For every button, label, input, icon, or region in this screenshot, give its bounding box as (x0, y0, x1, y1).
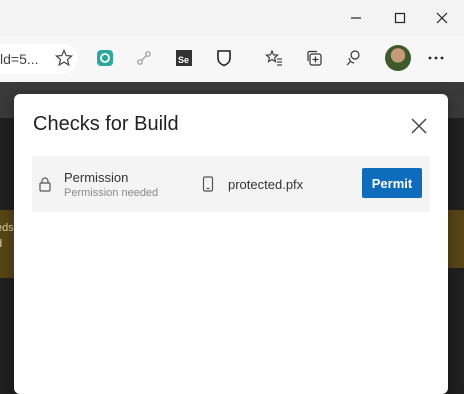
address-text: ld=5... (0, 51, 39, 67)
check-status: Permission needed (64, 187, 159, 199)
lock-icon (39, 177, 51, 192)
file-icon (202, 176, 214, 192)
close-icon (411, 118, 427, 134)
extension-icon[interactable] (93, 46, 117, 70)
collections-icon[interactable] (302, 46, 326, 70)
maximize-icon[interactable] (380, 0, 420, 36)
check-row-permission: Permission Permission needed protected.p… (32, 156, 430, 212)
shield-icon[interactable] (212, 46, 236, 70)
selenium-icon[interactable]: Se (172, 46, 196, 70)
permit-button[interactable]: Permit (362, 168, 422, 198)
close-window-icon[interactable] (422, 0, 462, 36)
banner-text: eds d (0, 220, 14, 252)
resource-name: protected.pfx (228, 177, 304, 192)
banner-text-line2: d (0, 236, 14, 252)
checks-dialog: Checks for Build Permission Permission n… (14, 94, 448, 394)
profile-avatar[interactable] (385, 45, 411, 71)
banner-text-line1: eds (0, 222, 14, 234)
svg-text:Se: Se (178, 55, 189, 65)
dialog-title: Checks for Build (33, 113, 179, 135)
warning-banner-right (448, 210, 464, 268)
check-type: Permission (64, 170, 129, 185)
favorites-icon[interactable] (262, 46, 286, 70)
window-titlebar (0, 0, 464, 36)
minimize-icon[interactable] (336, 0, 376, 36)
close-dialog-button[interactable] (407, 114, 431, 138)
browser-toolbar: ld=5... Se (0, 36, 464, 83)
link-icon[interactable] (132, 46, 156, 70)
favorite-star-icon[interactable] (52, 46, 76, 70)
feedback-icon[interactable] (342, 46, 366, 70)
more-icon[interactable] (424, 46, 448, 70)
